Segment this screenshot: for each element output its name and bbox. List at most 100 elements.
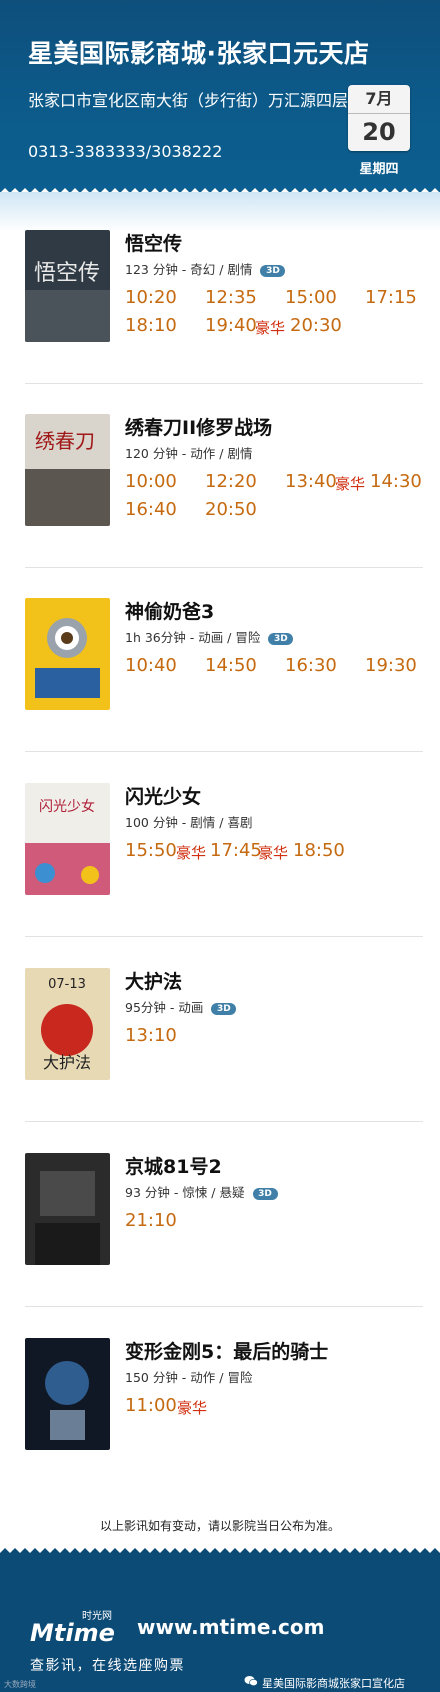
showtime[interactable]: 14:30 [370,471,422,492]
movie-meta: 1h 36分钟 - 动画 / 冒险 3D [125,628,435,648]
divider [25,383,423,384]
movie-item[interactable]: 闪光少女 闪光少女 100 分钟 - 剧情 / 喜剧 15:50 豪华 17:4… [25,783,425,967]
brand-name: Mtime [30,1619,115,1645]
svg-text:绣春刀: 绣春刀 [35,429,95,453]
movie-title[interactable]: 京城81号2 [125,1153,435,1181]
date-month: 7月 [348,85,410,114]
slogan: 查影讯，在线选座购票 [30,1658,185,1674]
vip-hall-tag: 豪华 [335,475,366,493]
movie-duration-genre: 123 分钟 - 奇幻 / 剧情 [125,262,253,277]
vip-hall-tag: 豪华 [177,1399,208,1417]
wechat-icon [244,1676,258,1687]
showtime[interactable]: 17:45 [210,840,262,861]
movie-poster[interactable]: 绣春刀 [25,414,110,526]
movie-meta: 120 分钟 - 动作 / 剧情 [125,444,435,464]
showtimes: 21:10 [125,1210,435,1270]
showtime[interactable]: 14:50 [205,655,257,676]
movie-duration-genre: 95分钟 - 动画 [125,1000,204,1015]
movie-meta: 123 分钟 - 奇幻 / 剧情 3D [125,260,435,280]
movie-poster[interactable]: 悟空传 [25,230,110,342]
svg-text:闪光少女: 闪光少女 [39,798,95,815]
showtimes: 15:50 豪华 17:45 豪华 18:50 [125,840,435,900]
showtime[interactable]: 13:10 [125,1025,177,1046]
showtime[interactable]: 10:40 [125,655,177,676]
showtime[interactable]: 15:50 [125,840,177,861]
3d-badge: 3D [268,632,294,645]
cinema-phone[interactable]: 0313-3383333/3038222 [28,142,222,161]
site-url[interactable]: www.mtime.com [137,1615,324,1639]
showtimes: 10:00 12:20 13:40 豪华 14:30 16:40 20:50 [125,471,435,531]
3d-badge: 3D [252,1187,278,1200]
vip-hall-tag: 豪华 [176,844,207,862]
movie-title[interactable]: 绣春刀II修罗战场 [125,414,435,442]
cinema-header: 星美国际影商城·张家口元天店 张家口市宣化区南大街（步行街）万汇源四层 0313… [0,0,440,192]
showtime[interactable]: 19:40 [205,315,257,336]
cinema-address: 张家口市宣化区南大街（步行街）万汇源四层 [28,91,349,110]
showtime[interactable]: 21:10 [125,1210,177,1231]
3d-badge: 3D [260,264,286,277]
movie-title[interactable]: 神偷奶爸3 [125,598,435,626]
svg-text:悟空传: 悟空传 [34,261,100,286]
movie-poster[interactable]: 07-13 大护法 [25,968,110,1080]
showtime[interactable]: 18:10 [125,315,177,336]
movie-poster[interactable] [25,1153,110,1265]
date-card: 7月 20 [348,85,410,151]
showtime[interactable]: 12:35 [205,287,257,308]
showtime[interactable]: 13:40 [285,471,337,492]
svg-text:07-13: 07-13 [48,977,86,992]
showtime[interactable]: 16:30 [285,655,337,676]
movie-meta: 93 分钟 - 惊悚 / 悬疑 3D [125,1183,435,1203]
movie-title[interactable]: 闪光少女 [125,783,435,811]
movie-item[interactable]: 神偷奶爸3 1h 36分钟 - 动画 / 冒险 3D 10:40 14:50 16… [25,598,425,782]
movie-poster[interactable] [25,1338,110,1450]
cinema-name: 星美国际影商城·张家口元天店 [28,39,370,68]
header-fade [0,192,440,232]
showtime[interactable]: 20:50 [205,499,257,520]
showtime[interactable]: 19:30 [365,655,417,676]
movie-meta: 95分钟 - 动画 3D [125,998,435,1018]
movie-meta: 100 分钟 - 剧情 / 喜剧 [125,813,435,833]
movie-duration-genre: 150 分钟 - 动作 / 冒险 [125,1370,253,1385]
3d-badge: 3D [211,1002,237,1015]
watermark-text: 大数跨境 [4,1680,36,1689]
showtime[interactable]: 10:00 [125,471,177,492]
mtime-logo[interactable]: 时光网 Mtime [30,1607,130,1647]
divider [25,567,423,568]
showtime[interactable]: 12:20 [205,471,257,492]
showtime[interactable]: 18:50 [293,840,345,861]
movie-item[interactable]: 绣春刀 绣春刀II修罗战场 120 分钟 - 动作 / 剧情 10:00 12:… [25,414,425,598]
showtimes: 10:20 12:35 15:00 17:15 18:10 19:40 豪华 2… [125,287,435,347]
divider [25,751,423,752]
date-day: 20 [362,118,396,146]
movie-meta: 150 分钟 - 动作 / 冒险 [125,1368,435,1388]
movie-duration-genre: 100 分钟 - 剧情 / 喜剧 [125,815,253,830]
movie-poster[interactable] [25,598,110,710]
movie-duration-genre: 120 分钟 - 动作 / 剧情 [125,446,253,461]
movie-item[interactable]: 变形金刚5：最后的骑士 150 分钟 - 动作 / 冒险 11:00 豪华 [25,1338,425,1522]
divider [25,1306,423,1307]
divider [25,936,423,937]
movie-title[interactable]: 大护法 [125,968,435,996]
showtimes: 11:00 豪华 [125,1395,435,1455]
wechat-account: 星美国际影商城张家口宣化店 [262,1677,405,1690]
showtime[interactable]: 20:30 [290,315,342,336]
movie-item[interactable]: 悟空传 悟空传 123 分钟 - 奇幻 / 剧情 3D 10:20 12:35 1… [25,230,425,414]
movie-duration-genre: 93 分钟 - 惊悚 / 悬疑 [125,1185,245,1200]
movie-title[interactable]: 变形金刚5：最后的骑士 [125,1338,435,1366]
showtime[interactable]: 16:40 [125,499,177,520]
divider [25,1121,423,1122]
movie-item[interactable]: 07-13 大护法 大护法 95分钟 - 动画 3D 13:10 [25,968,425,1152]
movie-duration-genre: 1h 36分钟 - 动画 / 冒险 [125,630,261,645]
showtime[interactable]: 17:15 [365,287,417,308]
vip-hall-tag: 豪华 [255,319,286,337]
showtimes: 13:10 [125,1025,435,1085]
svg-text:大护法: 大护法 [43,1053,91,1072]
movie-poster[interactable]: 闪光少女 [25,783,110,895]
showtime[interactable]: 15:00 [285,287,337,308]
showtime[interactable]: 11:00 [125,1395,177,1416]
movie-title[interactable]: 悟空传 [125,230,435,258]
footer: 时光网 Mtime www.mtime.com 查影讯，在线选座购票 星美国际影… [0,1555,440,1692]
movie-item[interactable]: 京城81号2 93 分钟 - 惊悚 / 悬疑 3D 21:10 [25,1153,425,1337]
showtime[interactable]: 10:20 [125,287,177,308]
schedule-notice: 以上影讯如有变动，请以影院当日公布为准。 [99,1519,340,1533]
